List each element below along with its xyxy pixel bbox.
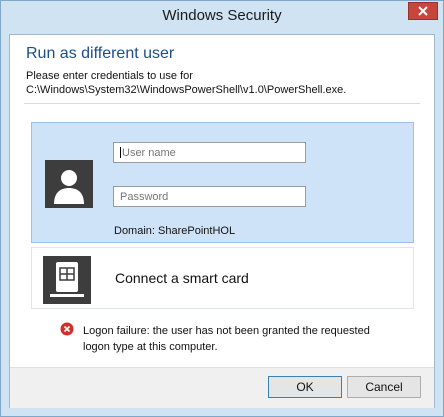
ok-button[interactable]: OK <box>268 376 342 398</box>
dialog-description: Please enter credentials to use for C:\W… <box>26 69 346 97</box>
user-silhouette <box>54 170 84 204</box>
cancel-button[interactable]: Cancel <box>347 376 421 398</box>
user-avatar-icon <box>45 160 93 208</box>
smart-card-chip <box>50 262 84 297</box>
smart-card-tile[interactable]: Connect a smart card <box>31 247 414 309</box>
button-bar: OK Cancel <box>10 367 434 408</box>
windows-security-dialog: Windows Security Run as different user P… <box>0 0 444 417</box>
description-line-2: C:\Windows\System32\WindowsPowerShell\v1… <box>26 84 347 96</box>
smart-card-label: Connect a smart card <box>115 270 249 286</box>
dialog-heading: Run as different user <box>26 45 175 62</box>
close-button[interactable] <box>408 2 438 20</box>
dialog-content: Run as different user Please enter crede… <box>9 34 435 408</box>
description-line-1: Please enter credentials to use for <box>26 70 193 82</box>
error-line-1: Logon failure: the user has not been gra… <box>83 325 370 337</box>
title-bar[interactable]: Windows Security <box>1 1 443 29</box>
smart-card-icon <box>43 256 91 304</box>
username-field[interactable]: User name <box>113 142 306 163</box>
separator <box>24 103 420 104</box>
username-placeholder: User name <box>122 147 176 159</box>
password-field[interactable]: Password <box>113 186 306 207</box>
error-message: Logon failure: the user has not been gra… <box>83 323 403 355</box>
domain-label: Domain: SharePointHOL <box>114 225 236 237</box>
error-icon <box>60 322 74 336</box>
credential-tile[interactable]: User name Password Domain: SharePointHOL <box>31 122 414 243</box>
password-placeholder: Password <box>120 191 169 203</box>
close-icon <box>418 6 428 16</box>
error-line-2: logon type at this computer. <box>83 341 218 353</box>
window-title: Windows Security <box>162 7 282 24</box>
text-caret <box>120 147 121 158</box>
